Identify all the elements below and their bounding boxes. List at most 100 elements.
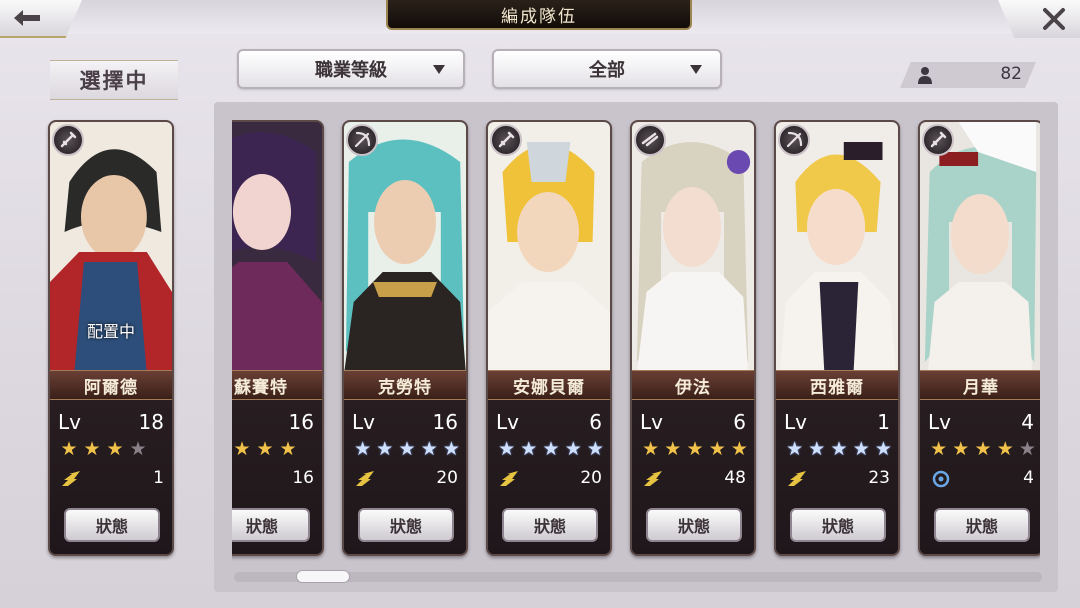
status-button[interactable]: 狀態 — [64, 508, 160, 542]
chevron-down-icon — [690, 65, 702, 74]
character-portrait — [632, 122, 754, 374]
level-value: 16 — [288, 410, 314, 434]
status-button[interactable]: 狀態 — [502, 508, 598, 542]
character-list[interactable]: 蘇賽特 Lv 16 ★★★★ 16 狀態 克勞特 Lv 16 ★★★★★ 20 … — [232, 120, 1040, 562]
star-icon: ★ — [520, 438, 538, 460]
level-value: 18 — [138, 410, 164, 434]
power-value: 48 — [724, 468, 746, 488]
star-rating: ★★★★ — [232, 438, 318, 460]
status-button[interactable]: 狀態 — [646, 508, 742, 542]
star-icon: ★ — [730, 438, 748, 460]
status-button[interactable]: 狀態 — [790, 508, 886, 542]
deployed-label: 配置中 — [86, 322, 135, 341]
sort-dropdown[interactable]: 職業等級 — [237, 49, 465, 89]
character-info: Lv 6 ★ ★ ★ ★ ★ 48 狀態 — [632, 400, 754, 554]
level-value: 6 — [733, 410, 746, 434]
character-card[interactable]: 安娜貝爾 Lv 6 ★ ★ ★ ★ ★ 20 狀態 — [486, 120, 612, 556]
list-scrollbar[interactable] — [234, 572, 1042, 582]
level-label: Lv — [496, 410, 519, 434]
page-title: 編成隊伍 — [386, 0, 692, 30]
star-rating: ★ ★ ★ ★ ★ — [496, 438, 606, 460]
star-icon: ★ — [60, 438, 78, 460]
category-dropdown[interactable]: 全部 — [492, 49, 722, 89]
character-portrait — [488, 122, 610, 374]
character-card[interactable]: 克勞特 Lv 16 ★ ★ ★ ★ ★ 20 狀態 — [342, 120, 468, 556]
character-info: Lv 6 ★ ★ ★ ★ ★ 20 狀態 — [488, 400, 610, 554]
power-value: 16 — [292, 468, 314, 488]
star-icon: ★ — [642, 438, 660, 460]
star-icon: ★ — [708, 438, 726, 460]
star-icon: ★ — [420, 438, 438, 460]
sword-icon — [922, 124, 954, 156]
character-name: 月華 — [920, 370, 1040, 400]
star-rating: ★ ★ ★ ★ ★ — [928, 438, 1038, 460]
character-portrait — [232, 122, 322, 374]
level-label: Lv — [58, 410, 81, 434]
status-button[interactable]: 狀態 — [358, 508, 454, 542]
star-icon: ★ — [1018, 438, 1036, 460]
star-icon: ★ — [830, 438, 848, 460]
wing-icon — [500, 471, 518, 486]
star-icon: ★ — [996, 438, 1014, 460]
power-value: 23 — [868, 468, 890, 488]
star-icon: ★ — [786, 438, 804, 460]
star-icon: ★ — [106, 438, 124, 460]
character-portrait — [920, 122, 1040, 374]
level-label: Lv — [640, 410, 663, 434]
wing-icon — [356, 471, 374, 486]
wing-icon — [62, 471, 80, 486]
star-icon: ★ — [542, 438, 560, 460]
star-icon: ★ — [874, 438, 892, 460]
level-label: Lv — [784, 410, 807, 434]
star-icon: ★ — [129, 438, 147, 460]
power-value: 20 — [436, 468, 458, 488]
level-value: 4 — [1021, 410, 1034, 434]
list-scrollbar-thumb[interactable] — [296, 570, 350, 583]
swirl-icon — [932, 470, 950, 488]
star-icon: ★ — [930, 438, 948, 460]
bow-icon — [778, 124, 810, 156]
star-icon: ★ — [852, 438, 870, 460]
character-portrait — [344, 122, 466, 374]
character-portrait — [776, 122, 898, 374]
star-icon: ★ — [398, 438, 416, 460]
status-button[interactable]: 狀態 — [232, 508, 310, 542]
character-name: 安娜貝爾 — [488, 370, 610, 400]
arrow-left-icon — [14, 10, 40, 26]
sword-icon — [52, 124, 84, 156]
character-card[interactable]: 月華 Lv 4 ★ ★ ★ ★ ★ 4 狀態 — [918, 120, 1040, 556]
person-icon — [918, 67, 932, 84]
character-card[interactable]: 伊法 Lv 6 ★ ★ ★ ★ ★ 48 狀態 — [630, 120, 756, 556]
level-value: 1 — [877, 410, 890, 434]
sword-icon — [490, 124, 522, 156]
power-value: 4 — [1023, 468, 1034, 488]
level-value: 16 — [432, 410, 458, 434]
star-icon: ★ — [498, 438, 516, 460]
star-icon: ★ — [279, 438, 297, 460]
star-icon: ★ — [664, 438, 682, 460]
chevron-down-icon — [433, 65, 445, 74]
close-icon — [1043, 8, 1065, 30]
star-icon: ★ — [256, 438, 274, 460]
selecting-label: 選擇中 — [50, 60, 178, 100]
character-name: 蘇賽特 — [232, 370, 322, 400]
star-rating: ★★★★ — [58, 438, 168, 460]
star-icon: ★ — [564, 438, 582, 460]
level-value: 6 — [589, 410, 602, 434]
status-button[interactable]: 狀態 — [934, 508, 1030, 542]
wing-icon — [788, 471, 806, 486]
character-info: Lv 1 ★ ★ ★ ★ ★ 23 狀態 — [776, 400, 898, 554]
character-info: Lv 16 ★ ★ ★ ★ ★ 20 狀態 — [344, 400, 466, 554]
star-rating: ★ ★ ★ ★ ★ — [640, 438, 750, 460]
character-info: Lv 4 ★ ★ ★ ★ ★ 4 狀態 — [920, 400, 1040, 554]
roster-count: 82 — [900, 62, 1036, 88]
star-icon: ★ — [233, 438, 251, 460]
wing-icon — [644, 471, 662, 486]
category-dropdown-value: 全部 — [589, 60, 625, 81]
character-info: Lv 16 ★★★★ 16 狀態 — [232, 400, 322, 554]
bow-icon — [346, 124, 378, 156]
sort-dropdown-value: 職業等級 — [315, 60, 387, 81]
selected-character-card[interactable]: 配置中 阿爾德 Lv 18 ★ ★ ★ ★ 1 狀態 — [48, 120, 174, 556]
character-card[interactable]: 蘇賽特 Lv 16 ★★★★ 16 狀態 — [232, 120, 324, 556]
character-card[interactable]: 西雅爾 Lv 1 ★ ★ ★ ★ ★ 23 狀態 — [774, 120, 900, 556]
